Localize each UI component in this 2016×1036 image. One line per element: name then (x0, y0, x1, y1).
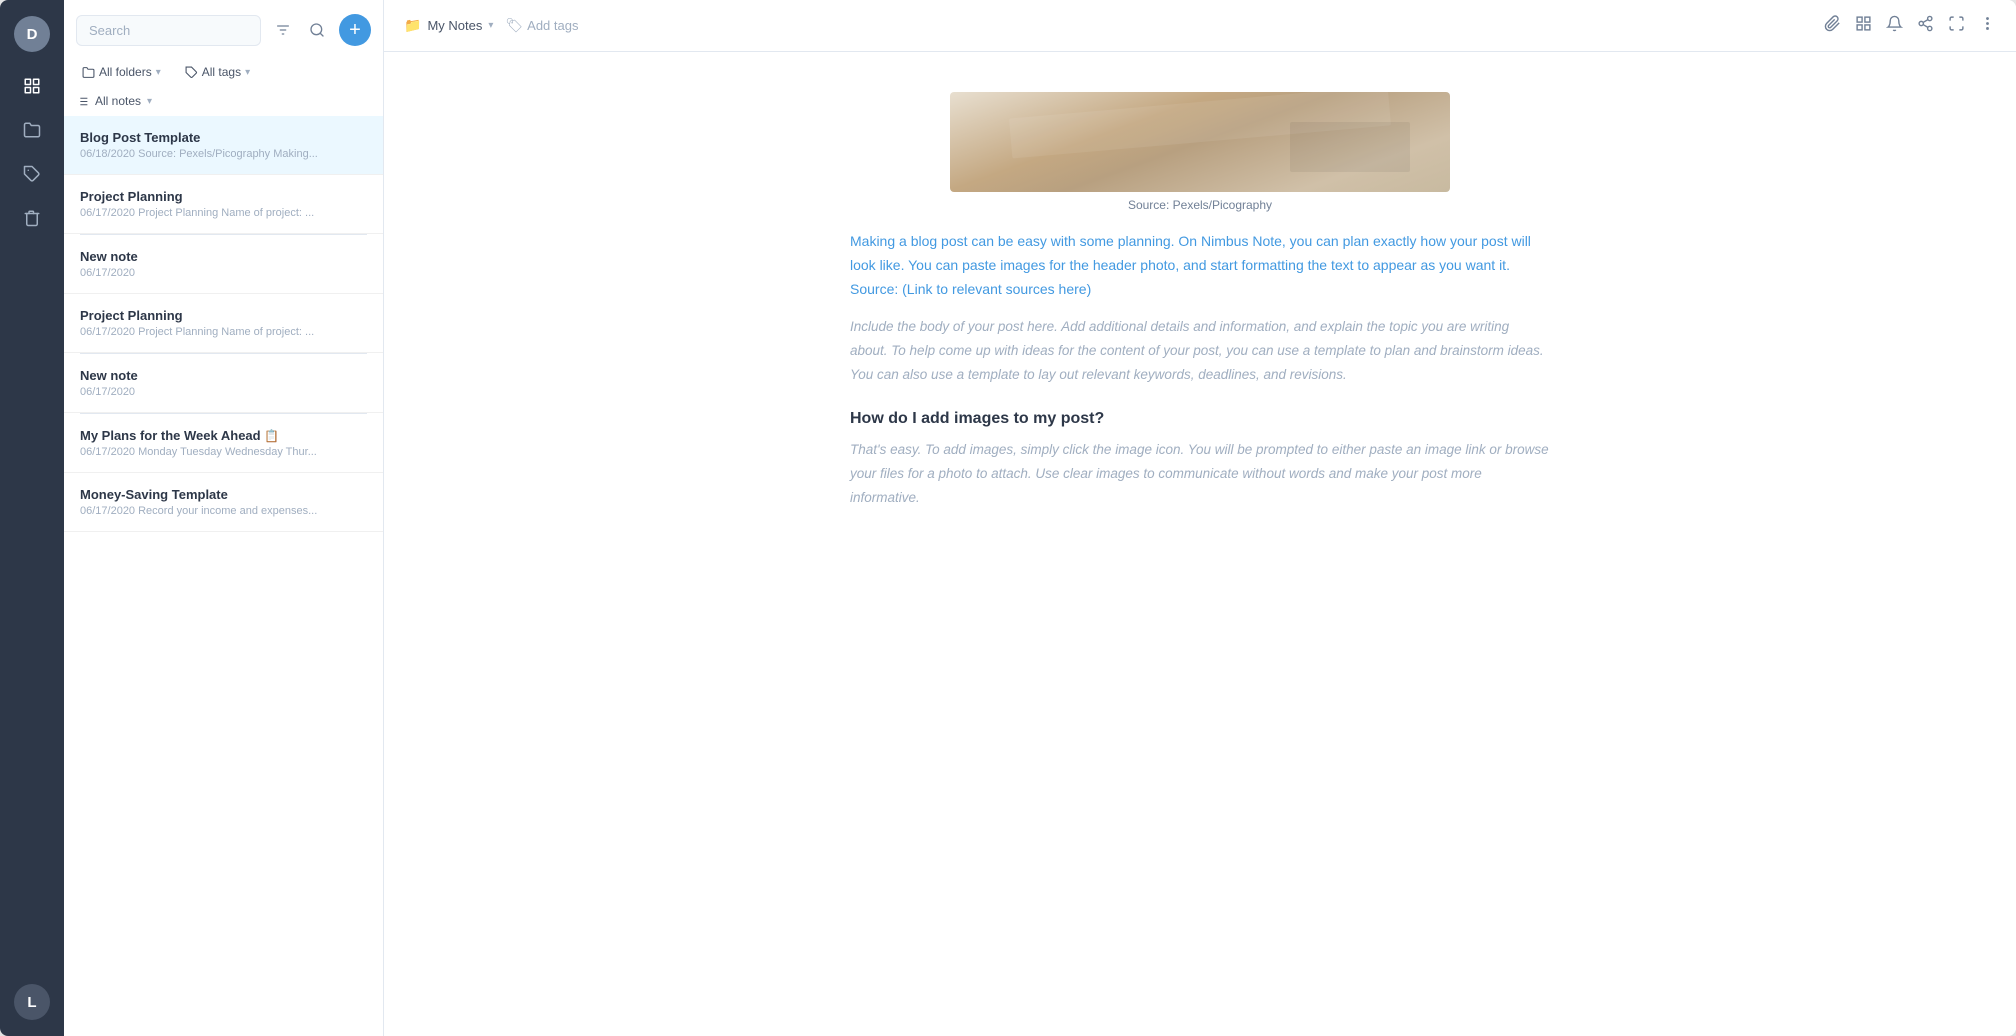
toolbar-folder-caret[interactable]: ▾ (488, 20, 493, 31)
top-avatar[interactable]: D (14, 16, 50, 52)
note-item-title: My Plans for the Week Ahead 📋 (80, 428, 367, 443)
sidebar-header: + (64, 0, 383, 56)
all-folders-filter[interactable]: All folders ▾ (76, 62, 167, 82)
grid-view-icon[interactable] (1855, 15, 1872, 37)
attach-icon[interactable] (1824, 15, 1841, 37)
note-editor[interactable]: Source: Pexels/Picography Making a blog … (384, 52, 2016, 1036)
toolbar-folder-name: My Notes (427, 18, 482, 33)
more-options-icon[interactable] (1979, 15, 1996, 37)
note-answer-text: That's easy. To add images, simply click… (850, 438, 1550, 509)
source-link[interactable]: Source: (Link to relevant sources here) (850, 281, 1091, 297)
search-input-wrap (76, 15, 261, 46)
sidebar-filters: All folders ▾ All tags ▾ (64, 56, 383, 90)
note-item-title: Money-Saving Template (80, 487, 367, 502)
bottom-avatar[interactable]: L (14, 984, 50, 1020)
note-item-title: New note (80, 249, 367, 264)
all-notes-filter[interactable]: All notes ▾ (64, 90, 383, 116)
search-icon[interactable] (303, 16, 331, 44)
note-list-item[interactable]: Money-Saving Template 06/17/2020 Record y… (64, 473, 383, 532)
left-nav: D L (0, 0, 64, 1036)
note-item-meta: 06/17/2020 Project Planning Name of proj… (80, 207, 367, 219)
note-item-meta: 06/18/2020 Source: Pexels/Picography Mak… (80, 148, 367, 160)
note-list-item[interactable]: My Plans for the Week Ahead 📋 06/17/2020 … (64, 414, 383, 473)
note-item-title: Blog Post Template (80, 130, 367, 145)
note-item-meta: 06/17/2020 Project Planning Name of proj… (80, 326, 367, 338)
note-list-item[interactable]: Project Planning 06/17/2020 Project Plann… (64, 175, 383, 234)
search-input[interactable] (76, 15, 261, 46)
toolbar-add-tags[interactable]: 🏷 Add tags (505, 17, 578, 34)
note-item-meta: 06/17/2020 Monday Tuesday Wednesday Thur… (80, 446, 367, 458)
note-body: Source: Pexels/Picography Making a blog … (850, 92, 1550, 509)
image-caption: Source: Pexels/Picography (1128, 198, 1272, 212)
nav-tag-icon[interactable] (14, 156, 50, 192)
add-note-button[interactable]: + (339, 14, 371, 46)
bell-icon[interactable] (1886, 15, 1903, 37)
expand-icon[interactable] (1948, 15, 1965, 37)
toolbar-tag-icon: 🏷 (505, 17, 523, 34)
toolbar-folder-icon: 📁 (404, 17, 421, 34)
note-list-item[interactable]: New note 06/17/2020 (64, 235, 383, 294)
toolbar-breadcrumb: 📁 My Notes ▾ (404, 17, 493, 34)
main-content: 📁 My Notes ▾ 🏷 Add tags (384, 0, 2016, 1036)
note-item-title: New note (80, 368, 367, 383)
all-tags-filter[interactable]: All tags ▾ (179, 62, 256, 82)
note-item-title: Project Planning (80, 189, 367, 204)
content-toolbar: 📁 My Notes ▾ 🏷 Add tags (384, 0, 2016, 52)
note-intro-text: Making a blog post can be easy with some… (850, 230, 1550, 301)
filter-icon[interactable] (269, 16, 297, 44)
note-subheading: How do I add images to my post? (850, 410, 1550, 428)
toolbar-action-icons (1824, 15, 1996, 37)
note-item-meta: 06/17/2020 Record your income and expens… (80, 505, 367, 517)
nav-trash-icon[interactable] (14, 200, 50, 236)
sidebar: + All folders ▾ All tags ▾ All notes ▾ B… (64, 0, 384, 1036)
share-icon[interactable] (1917, 15, 1934, 37)
sidebar-header-icons (269, 16, 331, 44)
note-item-meta: 06/17/2020 (80, 267, 367, 279)
nav-grid-icon[interactable] (14, 68, 50, 104)
note-body-placeholder: Include the body of your post here. Add … (850, 315, 1550, 386)
note-list-item[interactable]: New note 06/17/2020 (64, 354, 383, 413)
notes-list: Blog Post Template 06/18/2020 Source: Pex… (64, 116, 383, 1036)
note-list-item[interactable]: Blog Post Template 06/18/2020 Source: Pex… (64, 116, 383, 175)
note-list-item[interactable]: Project Planning 06/17/2020 Project Plann… (64, 294, 383, 353)
toolbar-add-tags-label: Add tags (527, 18, 578, 33)
note-item-meta: 06/17/2020 (80, 386, 367, 398)
note-item-title: Project Planning (80, 308, 367, 323)
nav-folder-icon[interactable] (14, 112, 50, 148)
note-header-image (950, 92, 1450, 192)
note-image-wrap: Source: Pexels/Picography (850, 92, 1550, 212)
